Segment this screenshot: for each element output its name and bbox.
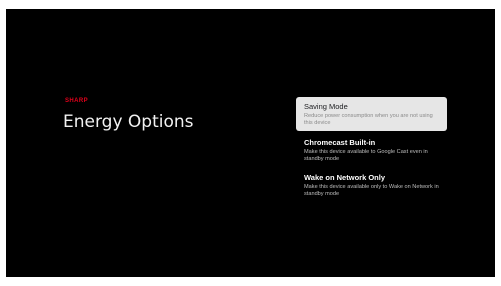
sharp-logo: SHARP: [65, 98, 89, 104]
option-title: Saving Mode: [304, 102, 348, 111]
option-wake-on-network-only[interactable]: Wake on Network Only Make this device av…: [296, 169, 447, 201]
option-title: Chromecast Built-in: [304, 138, 376, 148]
option-title: Wake on Network Only: [304, 173, 385, 183]
option-saving-mode[interactable]: Saving Mode Reduce power consumption whe…: [296, 97, 447, 132]
tv-screen: SHARP Energy Options Saving Mode Reduce …: [6, 9, 495, 277]
energy-options-list: Saving Mode Reduce power consumption whe…: [296, 97, 447, 205]
option-description: Make this device available only to Wake …: [304, 184, 439, 197]
page-title: Energy Options: [63, 112, 194, 132]
option-description: Make this device available to Google Cas…: [304, 149, 428, 162]
option-chromecast-built-in[interactable]: Chromecast Built-in Make this device ava…: [296, 134, 447, 166]
option-description: Reduce power consumption when you are no…: [304, 113, 433, 126]
